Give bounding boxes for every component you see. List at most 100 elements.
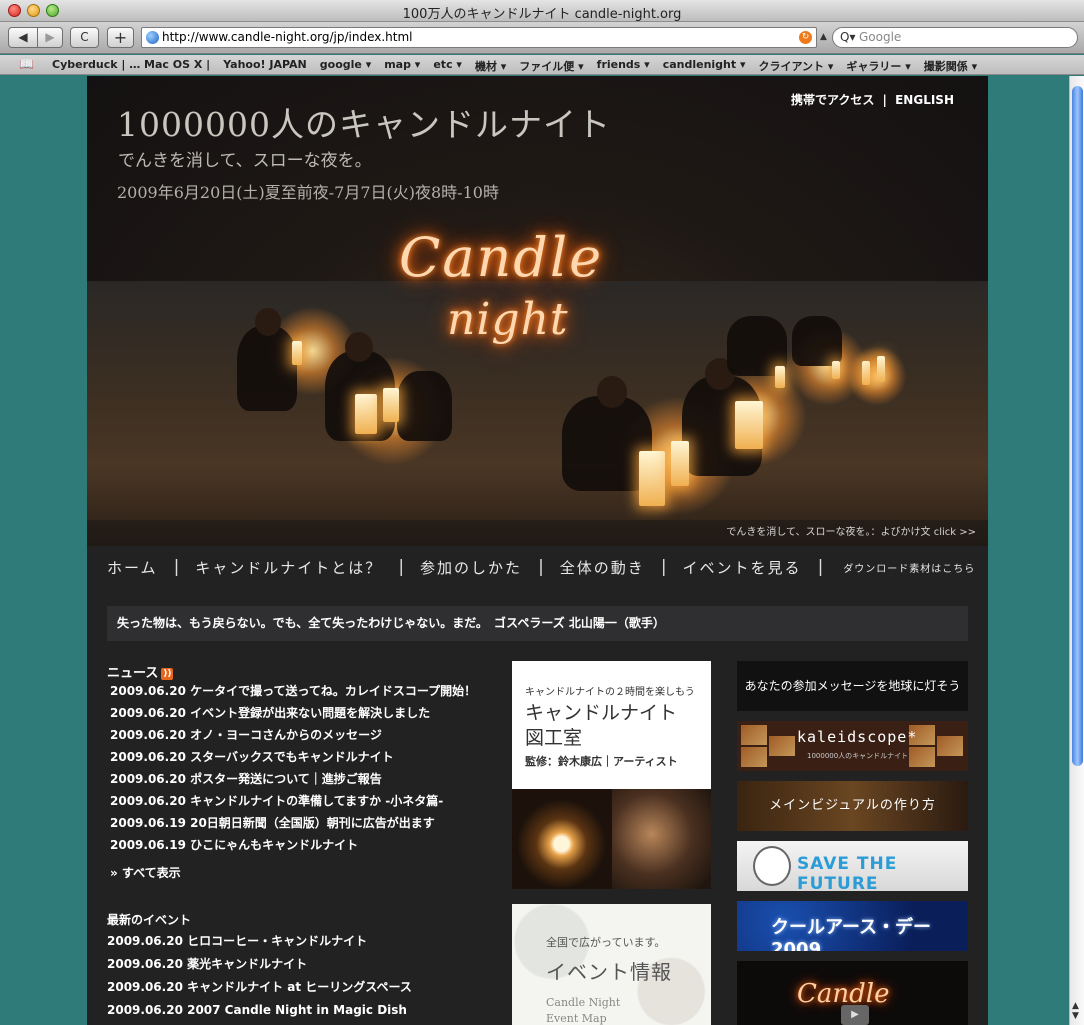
featured-quote: 失った物は、もう戻らない。でも、全て失ったわけじゃない。まだ。 ゴスペラーズ 北… — [107, 606, 968, 641]
kaleidoscope-tile — [909, 747, 935, 767]
save-the-future-banner[interactable]: SAVE THE FUTURE — [737, 841, 968, 891]
title-bar: 100万人のキャンドルナイト candle-night.org — [0, 0, 1084, 22]
candle — [292, 341, 302, 365]
forward-button[interactable]: ▶ — [37, 27, 63, 48]
browser-toolbar: ◀ ▶ C + http://www.candle-night.org/jp/i… — [0, 22, 1084, 54]
bookmark-item[interactable]: ギャラリー ▾ — [846, 58, 910, 74]
news-item[interactable]: 2009.06.20 オノ・ヨーコさんからのメッセージ — [110, 727, 476, 749]
bookmark-item[interactable]: map ▾ — [384, 58, 420, 74]
cool-earth-day-banner[interactable]: クールアース・デー 2009 — [737, 901, 968, 951]
zukou-credit: 監修：鈴木康広｜アーティスト — [525, 755, 678, 768]
news-heading: ニュース)) — [107, 662, 174, 681]
add-bookmark-button[interactable]: + — [107, 27, 134, 48]
zukoushitsu-card[interactable]: キャンドルナイトの２時間を楽しもう キャンドルナイト 図工室 監修：鈴木康広｜ア… — [512, 661, 711, 789]
hero-link-separator: | — [882, 93, 887, 107]
bookmark-item[interactable]: friends ▾ — [597, 58, 650, 74]
candle — [671, 441, 689, 486]
person-head — [345, 332, 373, 362]
nav-home[interactable]: ホーム — [107, 557, 158, 578]
zukou-tagline: キャンドルナイトの２時間を楽しもう — [525, 687, 695, 698]
news-item[interactable]: 2009.06.20 イベント登録が出来ない問題を解決しました — [110, 705, 476, 727]
nav-separator: | — [660, 557, 667, 577]
bookmarks-book-icon[interactable]: 📖 — [19, 57, 34, 71]
news-list: 2009.06.20 ケータイで撮って送ってね。カレイドスコープ開始！ 2009… — [110, 683, 476, 859]
video-banner[interactable]: Candle ▶ — [737, 961, 968, 1025]
nav-separator: | — [538, 557, 544, 577]
candle — [355, 394, 377, 434]
bookmark-item[interactable]: google ▾ — [320, 58, 371, 74]
candle — [383, 388, 399, 422]
news-heading-label: ニュース — [107, 666, 159, 681]
kaleidoscope-tile — [741, 747, 767, 767]
candle — [877, 356, 885, 382]
reload-button[interactable]: C — [70, 27, 99, 48]
page-scrollbar[interactable]: ▲ ▼ — [1069, 76, 1084, 1025]
bookmark-item[interactable]: 機材 ▾ — [475, 58, 506, 74]
mobile-access-link[interactable]: 携帯でアクセス — [791, 93, 874, 107]
main-navigation: ホーム | キャンドルナイトとは？ | 参加のしかた | 全体の動き | イベン… — [87, 546, 988, 588]
nav-movement[interactable]: 全体の動き — [560, 557, 645, 578]
nav-separator: | — [817, 557, 824, 577]
candle — [639, 451, 665, 506]
person-head — [255, 308, 281, 336]
nav-download[interactable]: ダウンロード素材はこちら — [843, 560, 975, 575]
bookmark-item[interactable]: 撮影関係 ▾ — [924, 58, 977, 74]
bookmark-item[interactable]: ファイル便 ▾ — [519, 58, 583, 74]
event-item[interactable]: 2009.06.20 ヒロコーヒー・キャンドルナイト — [107, 933, 412, 956]
scroll-thumb[interactable] — [1072, 86, 1083, 766]
events-heading: 最新のイベント — [107, 913, 192, 927]
map-card-text: 全国で広がっています。 イベント情報 Candle Night Event Ma… — [546, 934, 711, 1025]
map-en-line2: Event Map — [546, 1012, 607, 1025]
news-item[interactable]: 2009.06.19 20日朝日新聞（全国版）朝刊に広告が出ます — [110, 815, 476, 837]
url-text: http://www.candle-night.org/jp/index.htm… — [162, 30, 413, 44]
news-item[interactable]: 2009.06.20 キャンドルナイトの準備してますか -小ネタ篇- — [110, 793, 476, 815]
bookmark-item[interactable]: candlenight ▾ — [663, 58, 746, 74]
event-map-card[interactable]: 全国で広がっています。 イベント情報 Candle Night Event Ma… — [512, 904, 711, 1025]
nav-about[interactable]: キャンドルナイトとは？ — [195, 557, 382, 578]
globe-icon — [146, 31, 159, 44]
nav-events[interactable]: イベントを見る — [683, 557, 802, 578]
news-item[interactable]: 2009.06.20 ケータイで撮って送ってね。カレイドスコープ開始！ — [110, 683, 476, 705]
map-en-line1: Candle Night — [546, 996, 621, 1009]
hero-date: 2009年6月20日(土)夏至前夜-7月7日(火)夜8時-10時 — [117, 183, 499, 202]
bookmark-item[interactable]: Cyberduck | … Mac OS X | — [52, 58, 210, 74]
event-item[interactable]: 2009.06.20 2007 Candle Night in Magic Di… — [107, 1002, 412, 1025]
hero-caption-link[interactable]: でんきを消して、スローな夜を。：よびかけ文 click >> — [87, 520, 988, 546]
hero-links: 携帯でアクセス | ENGLISH — [791, 91, 954, 108]
rss-feed-icon[interactable]: )) — [161, 668, 174, 680]
address-bar[interactable]: http://www.candle-night.org/jp/index.htm… — [141, 27, 817, 48]
person-silhouette — [792, 316, 842, 366]
airplane-shadow-photo — [612, 789, 711, 889]
scroll-arrows-icon[interactable]: ▲ ▼ — [1072, 1001, 1079, 1021]
news-item[interactable]: 2009.06.19 ひこにゃんもキャンドルナイト — [110, 837, 476, 859]
english-link[interactable]: ENGLISH — [895, 93, 954, 107]
news-show-all-link[interactable]: » すべて表示 — [110, 864, 181, 881]
nav-separator: | — [398, 557, 405, 577]
event-item[interactable]: 2009.06.20 薬光キャンドルナイト — [107, 956, 412, 979]
chevron-down-icon[interactable]: ▲ — [820, 32, 827, 42]
event-item[interactable]: 2009.06.20 キャンドルナイト at ヒーリングスペース — [107, 979, 412, 1002]
mascot-icon — [753, 846, 791, 886]
events-list: 2009.06.20 ヒロコーヒー・キャンドルナイト 2009.06.20 薬光… — [107, 933, 412, 1025]
search-input[interactable]: Q▾ Google — [832, 27, 1078, 48]
main-visual-banner[interactable]: メインビジュアルの作り方 — [737, 781, 968, 831]
bookmark-item[interactable]: etc ▾ — [433, 58, 462, 74]
news-item[interactable]: 2009.06.20 ポスター発送について｜進捗ご報告 — [110, 771, 476, 793]
map-tagline: 全国で広がっています。 — [546, 936, 666, 949]
zukou-title-line1: キャンドルナイト — [525, 702, 678, 724]
nav-how-to-join[interactable]: 参加のしかた — [420, 557, 522, 578]
back-button[interactable]: ◀ — [8, 27, 38, 48]
bookmark-item[interactable]: Yahoo! JAPAN — [223, 58, 307, 74]
cool-earth-day-label: クールアース・デー 2009 — [771, 917, 932, 951]
person-silhouette — [397, 371, 452, 441]
news-item[interactable]: 2009.06.20 スターバックスでもキャンドルナイト — [110, 749, 476, 771]
candle-photo-card[interactable] — [512, 789, 711, 889]
candle — [832, 361, 840, 379]
kaleidoscope-banner[interactable]: kaleidscope* 1000000人のキャンドルナイト — [737, 721, 968, 771]
message-banner[interactable]: あなたの参加メッセージを地球に灯そう — [737, 661, 968, 711]
bookmark-item[interactable]: クライアント ▾ — [759, 58, 834, 74]
candle — [735, 401, 763, 449]
refresh-feed-icon[interactable]: ↻ — [799, 31, 812, 44]
play-icon[interactable]: ▶ — [841, 1005, 869, 1025]
kaleidoscope-title: kaleidscope* — [797, 728, 918, 746]
